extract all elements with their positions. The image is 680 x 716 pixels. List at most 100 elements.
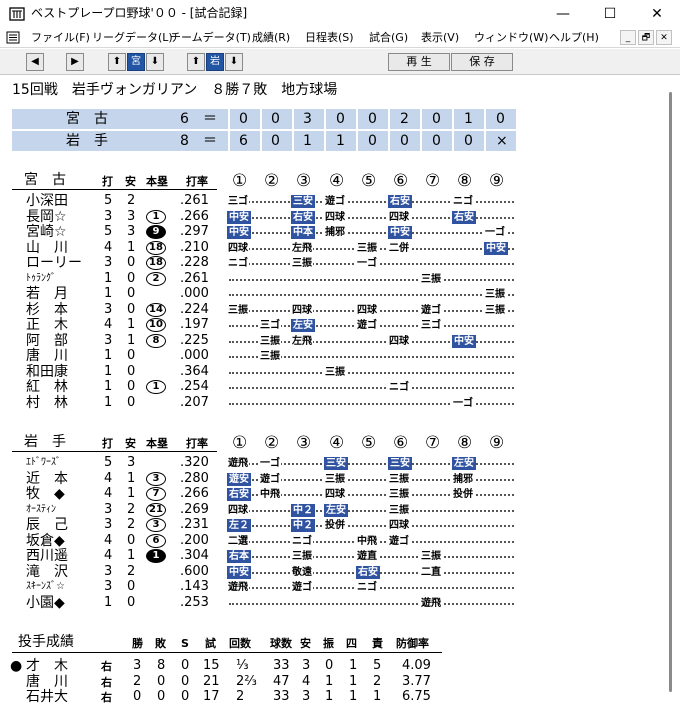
document-icon[interactable] <box>6 31 20 44</box>
mdi-close-button[interactable]: ✕ <box>656 30 672 45</box>
out-event: 四球 <box>388 519 410 532</box>
inning-dotted-line <box>229 387 514 389</box>
player-hits: 0 <box>127 363 136 379</box>
player-name: ｴﾄﾞﾜｰｽﾞ <box>26 457 61 468</box>
team2-select-button[interactable]: 岩 <box>206 53 224 71</box>
scrollbar-thumb[interactable] <box>669 92 672 692</box>
pitcher-s: 0 <box>181 673 190 689</box>
menu-stats[interactable]: 成績(R) <box>252 31 290 45</box>
team2-down-button[interactable]: ⬇ <box>225 53 243 71</box>
save-button[interactable]: 保 存 <box>451 53 513 71</box>
out-event: 四球 <box>388 210 410 224</box>
player-name: 阿 部 <box>26 332 68 349</box>
pitching-underline <box>12 652 442 653</box>
team1-down-button[interactable]: ⬇ <box>146 53 164 71</box>
close-button[interactable]: ✕ <box>634 0 680 28</box>
player-ab: 3 <box>104 208 113 224</box>
out-event: ニゴ <box>452 195 474 208</box>
menu-help[interactable]: ヘルプ(H) <box>549 31 599 45</box>
menu-view[interactable]: 表示(V) <box>421 31 459 45</box>
pitcher-innings: 2⅔ <box>236 673 257 689</box>
mdi-restore-button[interactable]: 🗗 <box>638 30 654 45</box>
player-name: 村 林 <box>26 394 68 411</box>
player-hr: 7 <box>146 487 166 501</box>
next-game-button[interactable]: ▶ <box>66 53 84 71</box>
inning-header: ⑨ <box>489 433 505 453</box>
menu-file[interactable]: ファイル(F) <box>31 31 90 45</box>
play-button[interactable]: 再 生 <box>388 53 450 71</box>
player-hits: 0 <box>127 348 136 363</box>
team2-up-button[interactable]: ⬆ <box>187 53 205 71</box>
pitcher-innings: ⅓ <box>236 658 249 673</box>
pitcher-np: 33 <box>273 689 290 704</box>
menu-team-data[interactable]: チームデータ(T) <box>170 31 251 45</box>
minimize-button[interactable]: — <box>540 0 586 28</box>
score-inning-value: 0 <box>239 111 248 127</box>
pitcher-era: 4.09 <box>402 658 431 673</box>
menu-league-data[interactable]: リーグデータ(L) <box>92 31 173 45</box>
score-inning-value: 1 <box>336 133 345 149</box>
maximize-button[interactable]: ☐ <box>587 0 633 28</box>
out-event: 遊飛 <box>227 581 249 594</box>
out-event: 中飛 <box>259 488 281 501</box>
player-ab: 4 <box>104 470 113 486</box>
team1-select-button[interactable]: 宮 <box>127 53 145 71</box>
hit-event: 三安 <box>388 457 412 470</box>
player-avg: .266 <box>180 486 209 501</box>
inning-header: ⑤ <box>361 171 377 191</box>
player-avg: .266 <box>180 208 209 224</box>
hit-event: 中安 <box>388 226 412 239</box>
menu-window[interactable]: ウィンドウ(W) <box>474 31 548 45</box>
player-ab: 3 <box>104 501 113 517</box>
score-inning-value: × <box>496 133 508 149</box>
hit-event: 右安 <box>452 210 476 224</box>
player-hits: 3 <box>127 224 136 239</box>
pitcher-s: 0 <box>181 689 190 704</box>
player-name: 小園◆ <box>26 594 65 611</box>
out-event: 三振 <box>420 550 442 563</box>
inning-dotted-line <box>229 232 514 234</box>
header-ab: 打 <box>102 437 113 450</box>
score-total: 8 <box>180 133 189 149</box>
player-hits: 3 <box>127 455 136 470</box>
out-event: 四球 <box>324 210 346 224</box>
player-ab: 3 <box>104 255 113 270</box>
pitcher-np: 33 <box>273 658 290 673</box>
player-ab: 1 <box>104 348 113 363</box>
player-hits: 1 <box>127 332 136 348</box>
player-hits: 2 <box>127 501 136 517</box>
player-hits: 0 <box>127 270 136 286</box>
hit-event: 遊安 <box>227 472 251 486</box>
menu-schedule[interactable]: 日程表(S) <box>305 31 354 45</box>
player-hr: 3 <box>146 471 166 486</box>
player-avg: .000 <box>180 348 209 363</box>
player-ab: 3 <box>104 301 113 317</box>
pitcher-name: 才 木 <box>26 658 68 674</box>
player-hits: 0 <box>127 255 136 270</box>
pitcher-l: 0 <box>157 673 166 689</box>
out-event: 三振 <box>259 334 281 348</box>
vertical-scrollbar[interactable] <box>665 76 680 716</box>
prev-game-button[interactable]: ◀ <box>26 53 44 71</box>
header-hr: 本塁 <box>146 437 168 450</box>
mdi-minimize-button[interactable]: _ <box>620 30 636 45</box>
player-avg: .231 <box>180 517 209 532</box>
player-ab: 4 <box>104 317 113 332</box>
player-hr: 1 <box>146 549 166 563</box>
player-ab: 4 <box>104 486 113 501</box>
pitcher-k: 1 <box>325 673 334 689</box>
pitching-header: 勝 <box>132 637 143 650</box>
team1-up-button[interactable]: ⬆ <box>108 53 126 71</box>
out-event: 遊ゴ <box>259 472 281 486</box>
score-team-cell <box>12 109 228 129</box>
inning-header: ⑥ <box>393 171 409 191</box>
menu-game[interactable]: 試合(G) <box>369 31 408 45</box>
player-avg: .224 <box>180 301 209 317</box>
player-ab: 5 <box>104 455 113 470</box>
player-name: 和田康 <box>26 363 68 380</box>
player-hits: 0 <box>127 379 136 394</box>
player-hits: 1 <box>127 470 136 486</box>
team-name: 岩 手 <box>24 434 66 450</box>
pitcher-hand: 右 <box>101 660 112 673</box>
player-name: 小深田 <box>26 193 68 209</box>
